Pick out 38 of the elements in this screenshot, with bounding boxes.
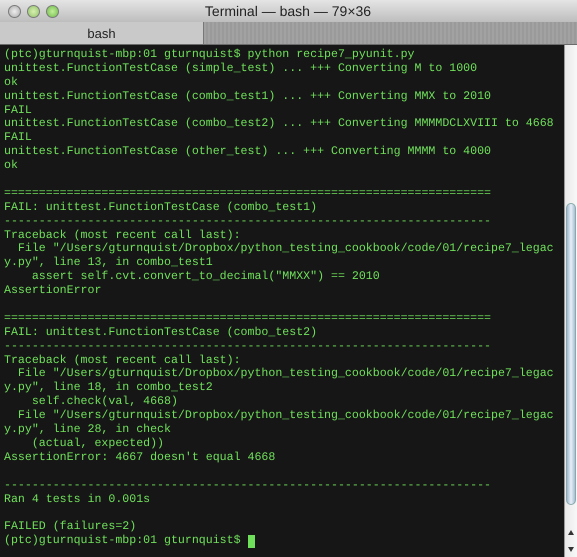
output-line: File "/Users/gturnquist/Dropbox/python_testing_cookbook/code/01/recipe7_legac xyxy=(16,242,555,256)
output-line: ok xyxy=(4,76,19,90)
output-line: File "/Users/gturnquist/Dropbox/python_testing_cookbook/code/01/recipe7_legac xyxy=(16,409,555,424)
output-line: FAIL xyxy=(4,104,33,118)
output-line: y.py", line 18, in combo_test2 xyxy=(4,381,214,396)
output-line: unittest.FunctionTestCase (simple_test) ... +++ Converting M to 1000 xyxy=(4,62,478,76)
output-line: AssertionError: 4667 doesn't equal 4668 xyxy=(4,450,276,465)
output-line: Traceback (most recent call last): xyxy=(4,354,242,368)
output-line: (ptc)gturnquist-mbp:01 gturnquist$ python recipe7_pyunit.py xyxy=(4,48,416,62)
output-line: (actual, expected)) xyxy=(30,436,166,451)
output-line: AssertionError xyxy=(4,284,102,298)
zoom-icon[interactable] xyxy=(46,4,59,18)
close-icon[interactable] xyxy=(8,4,21,18)
scrollbar[interactable] xyxy=(564,45,577,557)
output-line: y.py", line 28, in check xyxy=(4,423,172,437)
output-line: ---------------------------------------------------------------------- xyxy=(4,478,492,492)
output-line: FAIL xyxy=(4,131,33,146)
minimize-icon[interactable] xyxy=(27,4,40,18)
window-title: Terminal — bash — 79×36 xyxy=(204,3,372,19)
output-line: y.py", line 13, in combo_test1 xyxy=(4,256,214,270)
output-line: Ran 4 tests in 0.001s xyxy=(4,492,152,506)
output-line: Traceback (most recent call last): xyxy=(4,228,242,242)
output-line: unittest.FunctionTestCase (combo_test2) ... +++ Converting MMMMDCLXVIII to 4668 xyxy=(4,117,555,132)
output-line: assert self.cvt.convert_to_decimal("MMXX") == 2010 xyxy=(30,270,381,284)
output-line: ---------------------------------------------------------------------- xyxy=(4,214,492,229)
tab[interactable]: bash xyxy=(0,22,204,44)
output-line: FAIL: unittest.FunctionTestCase (combo_test2) xyxy=(4,326,318,340)
output-line: File "/Users/gturnquist/Dropbox/python_testing_cookbook/code/01/recipe7_legac xyxy=(16,367,555,382)
output-line: ====================================================================== xyxy=(4,312,492,326)
output-line: ok xyxy=(4,159,19,174)
output-line: FAIL: unittest.FunctionTestCase (combo_test1) xyxy=(4,200,318,215)
output-line: self.check(val, 4668) xyxy=(30,395,179,410)
output-line: ---------------------------------------------------------------------- xyxy=(4,340,492,354)
output-line: FAILED (failures=2) xyxy=(4,520,138,534)
prompt-text: (ptc)gturnquist-mbp:01 gturnquist$ xyxy=(4,534,241,548)
output-line: ====================================================================== xyxy=(4,186,492,201)
output-line: unittest.FunctionTestCase (combo_test1) ... +++ Converting MMX to 2010 xyxy=(4,90,492,104)
output-line: unittest.FunctionTestCase (other_test) ... +++ Converting MMMM to 4000 xyxy=(4,145,492,160)
